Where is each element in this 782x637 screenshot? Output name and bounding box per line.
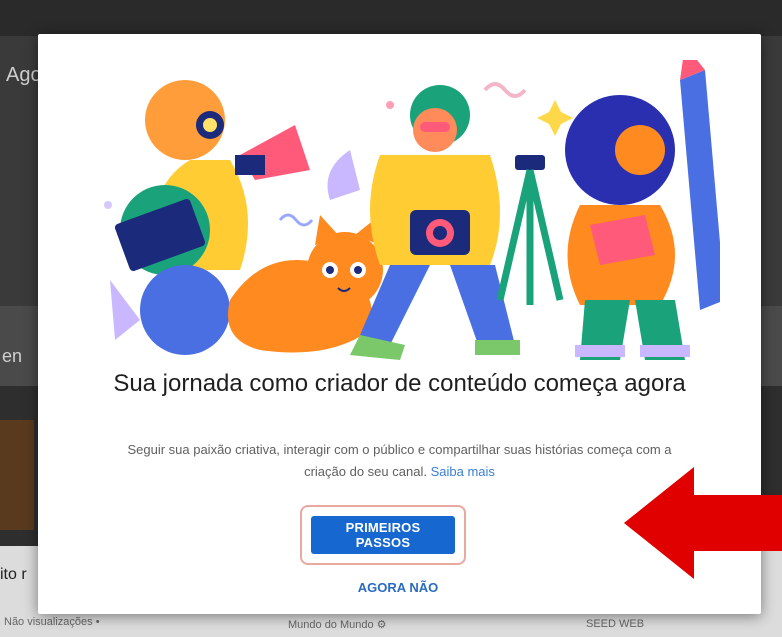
background-text-side: en — [2, 346, 23, 366]
background-text-bottom-right: SEED WEB — [586, 618, 645, 630]
not-now-button[interactable]: AGORA NÃO — [318, 574, 478, 600]
background-text-bottom-mid: Mundo do Mundo ⚙ — [288, 619, 387, 631]
learn-more-link[interactable]: Saiba mais — [431, 464, 495, 479]
creators-illustration — [104, 60, 720, 360]
background-thumbnail — [0, 420, 34, 530]
description-text: Seguir sua paixão criativa, interagir co… — [127, 442, 672, 479]
dialog-description: Seguir sua paixão criativa, interagir co… — [108, 439, 691, 483]
get-started-button[interactable]: PRIMEIROS PASSOS — [311, 516, 455, 554]
background-text-top: Ago — [6, 64, 42, 86]
highlighted-button-outline: PRIMEIROS PASSOS — [300, 505, 466, 565]
background-text-lower: ito r — [0, 566, 27, 583]
dialog-title: Sua jornada como criador de conteúdo com… — [113, 370, 686, 397]
background-topbar — [0, 0, 782, 36]
red-arrow-icon — [624, 467, 782, 579]
background-text-bottom-left: Não visualizações • — [4, 616, 100, 628]
